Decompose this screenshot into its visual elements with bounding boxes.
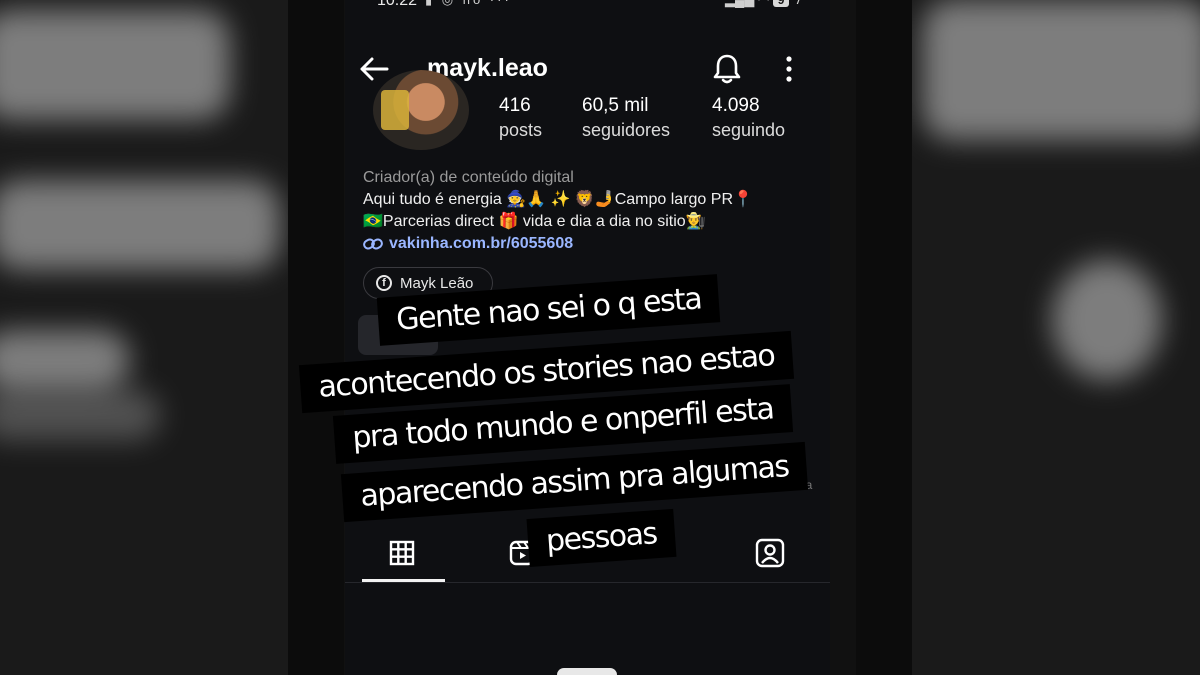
home-indicator[interactable] bbox=[557, 668, 617, 675]
stat-following-value: 4.098 bbox=[712, 96, 760, 114]
more-vertical-icon bbox=[786, 56, 792, 82]
bio-line-2: 🇧🇷Parcerias direct 🎁 vida e dia a dia no… bbox=[363, 213, 706, 230]
status-time: 10:22 bbox=[377, 0, 418, 9]
stat-following[interactable]: 4.098 seguindo bbox=[712, 96, 785, 141]
status-bar: 10:22 ▮ ◎ no ··· ▂▄▆ ◠ 9 ϟ bbox=[345, 0, 830, 14]
status-system-icons: ▂▄▆ ◠ 9 ϟ bbox=[725, 0, 800, 8]
battery-indicator: 9 bbox=[772, 0, 790, 7]
bio-link[interactable]: vakinha.com.br/6055608 bbox=[363, 233, 823, 255]
bio-line-1: Aqui tudo é energia 🧙🙏 ✨ 🦁🤳Campo largo P… bbox=[363, 191, 753, 208]
stat-following-label: seguindo bbox=[712, 120, 786, 140]
stat-followers-label: seguidores bbox=[582, 120, 671, 140]
bio-link-text: vakinha.com.br/6055608 bbox=[389, 235, 574, 252]
story-caption: Gente nao sei o q esta acontecendo os st… bbox=[298, 262, 880, 592]
stat-posts-value: 416 bbox=[499, 96, 531, 114]
link-icon bbox=[363, 238, 383, 250]
stat-followers-value: 60,5 mil bbox=[582, 96, 649, 114]
bell-icon bbox=[713, 54, 741, 84]
blurred-background-right bbox=[912, 0, 1200, 675]
more-options-button[interactable] bbox=[775, 52, 803, 86]
signal-icon: ▂▄▆ bbox=[725, 0, 754, 7]
notifications-button[interactable] bbox=[711, 52, 743, 86]
caption-line: Gente nao sei o q esta bbox=[376, 274, 721, 346]
profile-bio: Criador(a) de conteúdo digital Aqui tudo… bbox=[363, 167, 823, 255]
stat-posts[interactable]: 416 posts bbox=[499, 96, 542, 141]
bio-category: Criador(a) de conteúdo digital bbox=[363, 169, 574, 186]
stat-followers[interactable]: 60,5 mil seguidores bbox=[582, 96, 670, 141]
charging-icon: ϟ bbox=[793, 0, 800, 7]
profile-avatar[interactable] bbox=[373, 70, 469, 150]
status-notification-icons: ▮ ◎ no ··· bbox=[425, 0, 512, 8]
blurred-background-left bbox=[0, 0, 288, 675]
stat-posts-label: posts bbox=[499, 120, 543, 140]
caption-line: pessoas bbox=[526, 508, 677, 568]
wifi-icon: ◠ bbox=[758, 0, 769, 7]
